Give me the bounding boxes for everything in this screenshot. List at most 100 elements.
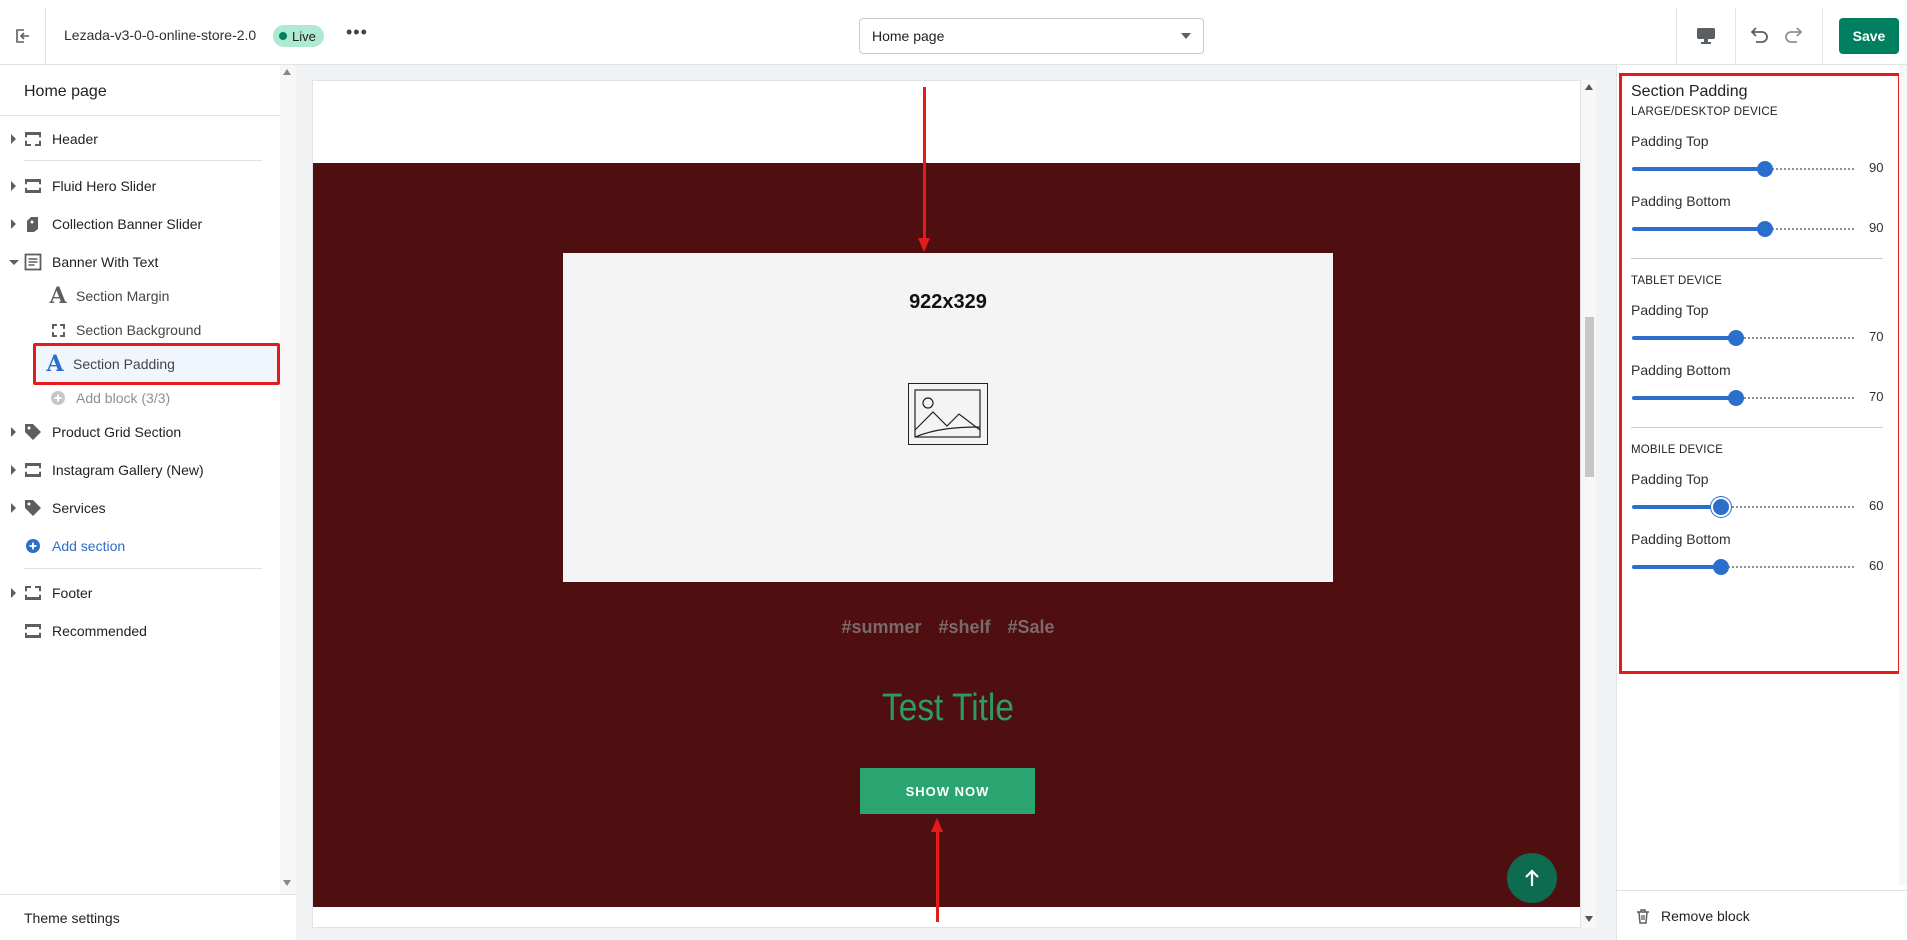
padding-field-label: Padding Top (1631, 302, 1709, 318)
image-size-label: 922x329 (909, 291, 987, 313)
text-block-icon (24, 253, 42, 271)
banner-tags: #summer #shelf #Sale (841, 617, 1055, 637)
sidebar-scrollbar[interactable] (280, 65, 296, 894)
padding-field-label: Padding Top (1631, 471, 1709, 487)
divider (1735, 8, 1736, 64)
sidebar-item-fluid-hero-slider[interactable]: Fluid Hero Slider (0, 172, 280, 200)
add-circle-icon (24, 537, 42, 555)
remove-block-button[interactable]: Remove block (1617, 890, 1907, 940)
sidebar-item-instagram-gallery[interactable]: Instagram Gallery (New) (0, 456, 280, 484)
slider-track[interactable] (1721, 506, 1854, 508)
background-icon (48, 320, 68, 340)
top-bar: Lezada-v3-0-0-online-store-2.0 Live ••• … (0, 0, 1907, 65)
chevron-right-icon (11, 588, 16, 598)
sidebar-item-label: Header (52, 131, 98, 147)
add-block-button[interactable]: Add block (3/3) (36, 382, 278, 414)
padding-value: 70 (1869, 389, 1884, 404)
chevron-right-icon (11, 503, 16, 513)
slider-handle[interactable] (1728, 330, 1744, 346)
chevron-up-icon[interactable] (283, 69, 291, 75)
desktop-view-button[interactable] (1693, 24, 1719, 48)
sidebar-item-product-grid-section[interactable]: Product Grid Section (0, 418, 280, 446)
block-label: Section Margin (76, 288, 170, 304)
sidebar-item-footer[interactable]: Footer (0, 579, 280, 607)
slider-handle[interactable] (1728, 390, 1744, 406)
sidebar-item-label: Footer (52, 585, 93, 601)
save-button[interactable]: Save (1839, 18, 1899, 54)
slider-handle[interactable] (1713, 499, 1729, 515)
slider-track[interactable] (1736, 397, 1854, 399)
preview-canvas: 922x329 #summer #shelf #Sale Test Title … (312, 80, 1581, 928)
slider-track[interactable] (1765, 228, 1854, 230)
slider-icon (24, 177, 42, 195)
block-settings-panel: Section Padding LARGE/DESKTOP DEVICE Padd… (1616, 65, 1907, 940)
slider-fill (1632, 505, 1721, 509)
chevron-right-icon (11, 181, 16, 191)
undo-icon (1750, 27, 1768, 43)
live-badge: Live (273, 25, 324, 47)
padding-value: 90 (1869, 160, 1884, 175)
sidebar-item-label: Instagram Gallery (New) (52, 462, 204, 478)
desktop-icon (1697, 28, 1715, 44)
page-select[interactable]: Home page (859, 18, 1204, 54)
sidebar-item-services[interactable]: Services (0, 494, 280, 522)
banner-image-placeholder: 922x329 (563, 253, 1333, 582)
divider (0, 115, 280, 116)
annotation-arrow-down (923, 87, 926, 243)
undo-button[interactable] (1745, 24, 1771, 48)
chevron-down-icon (1181, 33, 1191, 39)
add-section-label: Add section (52, 538, 126, 554)
slider-track[interactable] (1721, 566, 1854, 568)
live-dot-icon (279, 32, 287, 40)
settings-scrollbar[interactable] (1899, 65, 1907, 885)
slider-track[interactable] (1736, 337, 1854, 339)
sidebar-item-banner-with-text[interactable]: Banner With Text (0, 248, 280, 276)
image-placeholder-icon (908, 383, 988, 445)
chevron-up-icon[interactable] (1585, 84, 1593, 90)
theme-settings-button[interactable]: Theme settings (0, 894, 296, 940)
more-actions-button[interactable]: ••• (346, 22, 368, 43)
divider (1676, 8, 1677, 64)
scroll-to-top-button[interactable] (1507, 853, 1557, 903)
exit-icon (15, 29, 29, 43)
slider-handle[interactable] (1713, 559, 1729, 575)
sidebar-item-header[interactable]: Header (0, 125, 280, 153)
redo-button[interactable] (1782, 24, 1808, 48)
sidebar-item-recommended[interactable]: Recommended (0, 617, 280, 645)
slider-fill (1632, 167, 1765, 171)
chevron-right-icon (11, 427, 16, 437)
padding-slider[interactable] (1632, 388, 1854, 408)
slider-handle[interactable] (1757, 221, 1773, 237)
annotation-arrow-up (936, 830, 939, 922)
chevron-down-icon[interactable] (1585, 916, 1593, 922)
sections-sidebar: Home page Header Fluid Hero Slider Colle… (0, 65, 296, 940)
trash-icon (1637, 908, 1649, 924)
padding-slider[interactable] (1632, 159, 1854, 179)
block-section-background[interactable]: Section Background (36, 314, 278, 346)
sidebar-item-collection-banner-slider[interactable]: Collection Banner Slider (0, 210, 280, 238)
show-now-button[interactable]: SHOW NOW (860, 768, 1035, 814)
slider-track[interactable] (1765, 168, 1854, 170)
add-section-button[interactable]: Add section (0, 532, 280, 560)
collection-icon (24, 215, 42, 233)
padding-slider[interactable] (1632, 557, 1854, 577)
padding-slider[interactable] (1632, 328, 1854, 348)
banner-section[interactable]: 922x329 #summer #shelf #Sale Test Title … (313, 163, 1580, 907)
slider-fill (1632, 227, 1765, 231)
chevron-down-icon[interactable] (283, 880, 291, 886)
slider-fill (1632, 396, 1736, 400)
padding-slider[interactable] (1632, 497, 1854, 517)
tag-icon (24, 499, 42, 517)
exit-editor-button[interactable] (0, 8, 46, 64)
padding-slider[interactable] (1632, 219, 1854, 239)
block-section-margin[interactable]: A Section Margin (36, 280, 278, 312)
sidebar-item-label: Collection Banner Slider (52, 216, 203, 232)
settings-group-heading: MOBILE DEVICE (1631, 444, 1724, 456)
slider-handle[interactable] (1757, 161, 1773, 177)
padding-field-label: Padding Bottom (1631, 362, 1731, 378)
canvas-scrollbar[interactable] (1582, 80, 1596, 928)
sidebar-item-label: Banner With Text (52, 254, 159, 270)
sidebar-item-label: Fluid Hero Slider (52, 178, 157, 194)
canvas-scrollbar-thumb[interactable] (1585, 317, 1594, 477)
block-section-padding[interactable]: A Section Padding (33, 343, 280, 385)
